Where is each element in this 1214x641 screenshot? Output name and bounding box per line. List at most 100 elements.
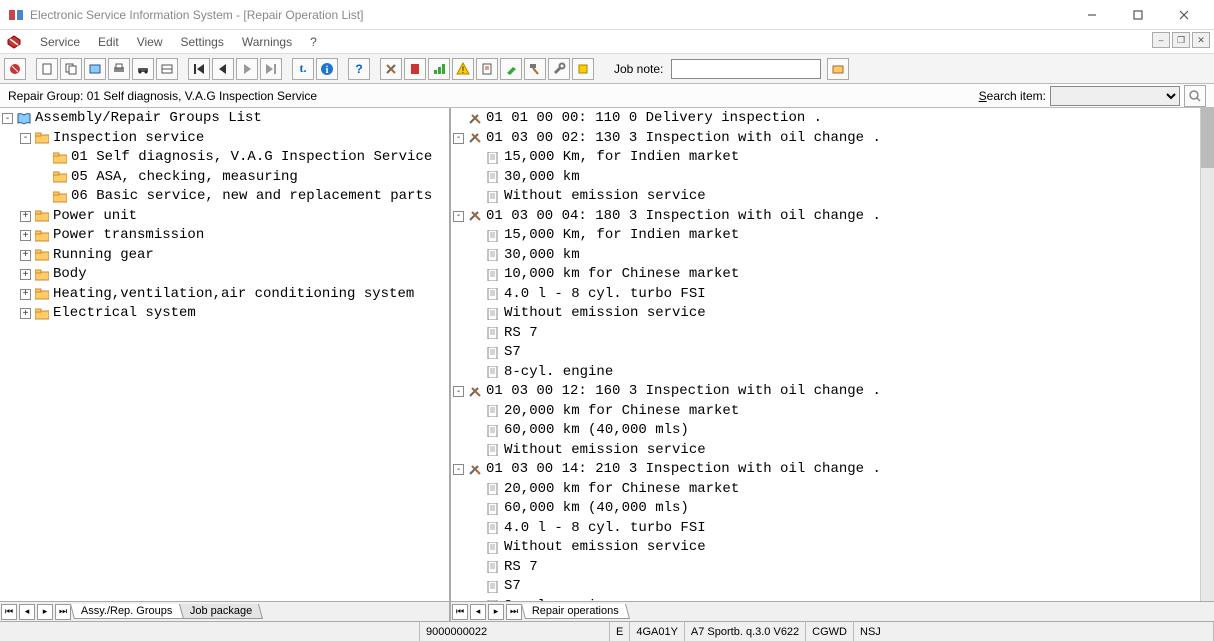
tree-node[interactable]: 30,000 km xyxy=(453,246,1198,266)
expand-icon[interactable]: + xyxy=(20,269,31,280)
menu-warnings[interactable]: Warnings xyxy=(234,33,300,51)
tree-node[interactable]: S7 xyxy=(453,577,1198,597)
tree-node[interactable]: 20,000 km for Chinese market xyxy=(453,480,1198,500)
tree-node[interactable]: 15,000 Km, for Indien market xyxy=(453,148,1198,168)
left-tab-nav-last[interactable]: ⏭ xyxy=(55,604,71,620)
tool-chip-icon[interactable] xyxy=(572,58,594,80)
tool-info-icon[interactable]: i xyxy=(316,58,338,80)
tool-chart-icon[interactable] xyxy=(428,58,450,80)
tool-copy-icon[interactable] xyxy=(60,58,82,80)
tree-node[interactable]: -01 03 00 02: 130 3 Inspection with oil … xyxy=(453,129,1198,149)
tool-interval-icon[interactable] xyxy=(156,58,178,80)
search-button[interactable] xyxy=(1184,85,1206,107)
jobnote-browse-icon[interactable] xyxy=(827,58,849,80)
tree-node[interactable]: -Assembly/Repair Groups List xyxy=(2,109,447,129)
tool-hammer-icon[interactable] xyxy=(524,58,546,80)
tree-node[interactable]: -Inspection service xyxy=(2,129,447,149)
expand-icon[interactable]: + xyxy=(20,211,31,222)
tree-node[interactable]: +Electrical system xyxy=(2,304,447,324)
tree-node[interactable]: 60,000 km (40,000 mls) xyxy=(453,421,1198,441)
right-tab-nav-next[interactable]: ▸ xyxy=(488,604,504,620)
tree-node[interactable]: 8-cyl. engine xyxy=(453,597,1198,602)
minimize-button[interactable] xyxy=(1070,1,1114,29)
collapse-icon[interactable]: - xyxy=(453,386,464,397)
tree-node[interactable]: 20,000 km for Chinese market xyxy=(453,402,1198,422)
expand-icon[interactable]: + xyxy=(20,230,31,241)
tool-wrench-green-icon[interactable] xyxy=(500,58,522,80)
nav-last-icon[interactable] xyxy=(260,58,282,80)
collapse-icon[interactable]: - xyxy=(453,464,464,475)
menu-edit[interactable]: Edit xyxy=(90,33,127,51)
close-button[interactable] xyxy=(1162,1,1206,29)
mdi-minimize-button[interactable]: – xyxy=(1152,32,1170,48)
collapse-icon[interactable]: - xyxy=(453,211,464,222)
tool-book-icon[interactable] xyxy=(84,58,106,80)
nav-first-icon[interactable] xyxy=(188,58,210,80)
tool-stop-icon[interactable] xyxy=(4,58,26,80)
tab-assy-rep-groups[interactable]: Assy./Rep. Groups xyxy=(70,604,184,619)
expand-icon[interactable]: + xyxy=(20,308,31,319)
tree-node[interactable]: S7 xyxy=(453,343,1198,363)
right-tab-nav-prev[interactable]: ◂ xyxy=(470,604,486,620)
mdi-close-button[interactable]: ✕ xyxy=(1192,32,1210,48)
collapse-icon[interactable]: - xyxy=(20,133,31,144)
tool-warning-icon[interactable]: ! xyxy=(452,58,474,80)
assembly-repair-groups-tree[interactable]: -Assembly/Repair Groups List-Inspection … xyxy=(0,108,449,325)
tool-car-icon[interactable] xyxy=(132,58,154,80)
tree-node[interactable]: 4.0 l - 8 cyl. turbo FSI xyxy=(453,285,1198,305)
tool-t-icon[interactable]: t. xyxy=(292,58,314,80)
tree-node[interactable]: 4.0 l - 8 cyl. turbo FSI xyxy=(453,519,1198,539)
tree-node[interactable]: -01 03 00 04: 180 3 Inspection with oil … xyxy=(453,207,1198,227)
menu-view[interactable]: View xyxy=(129,33,171,51)
tool-tools-icon[interactable] xyxy=(380,58,402,80)
tree-node[interactable]: +Running gear xyxy=(2,246,447,266)
expand-icon[interactable]: + xyxy=(20,250,31,261)
tool-page-icon[interactable] xyxy=(476,58,498,80)
left-tab-nav-first[interactable]: ⏮ xyxy=(1,604,17,620)
collapse-icon[interactable]: - xyxy=(2,113,13,124)
repair-operations-tree[interactable]: 01 01 00 00: 110 0 Delivery inspection .… xyxy=(451,108,1214,601)
tree-node[interactable]: +Power transmission xyxy=(2,226,447,246)
nav-next-icon[interactable] xyxy=(236,58,258,80)
tree-node[interactable]: 60,000 km (40,000 mls) xyxy=(453,499,1198,519)
tab-repair-operations[interactable]: Repair operations xyxy=(521,604,630,619)
search-input[interactable] xyxy=(1050,86,1180,106)
collapse-icon[interactable]: - xyxy=(453,133,464,144)
tree-node[interactable]: 01 01 00 00: 110 0 Delivery inspection . xyxy=(453,109,1198,129)
menu-service[interactable]: Service xyxy=(32,33,88,51)
menu-help[interactable]: ? xyxy=(302,33,325,51)
tree-node[interactable]: 15,000 Km, for Indien market xyxy=(453,226,1198,246)
tree-node[interactable]: -01 03 00 14: 210 3 Inspection with oil … xyxy=(453,460,1198,480)
tree-node[interactable]: Without emission service xyxy=(453,538,1198,558)
tool-print-icon[interactable] xyxy=(108,58,130,80)
tree-node[interactable]: Without emission service xyxy=(453,441,1198,461)
tree-node[interactable]: 06 Basic service, new and replacement pa… xyxy=(2,187,447,207)
tool-help-icon[interactable]: ? xyxy=(348,58,370,80)
right-tab-nav-first[interactable]: ⏮ xyxy=(452,604,468,620)
nav-prev-icon[interactable] xyxy=(212,58,234,80)
menu-settings[interactable]: Settings xyxy=(173,33,232,51)
tool-wrench-icon[interactable] xyxy=(548,58,570,80)
tree-node[interactable]: -01 03 00 12: 160 3 Inspection with oil … xyxy=(453,382,1198,402)
right-tab-nav-last[interactable]: ⏭ xyxy=(506,604,522,620)
tree-node[interactable]: +Body xyxy=(2,265,447,285)
tree-node[interactable]: +Heating,ventilation,air conditioning sy… xyxy=(2,285,447,305)
tree-node[interactable]: Without emission service xyxy=(453,304,1198,324)
right-scrollbar[interactable] xyxy=(1200,108,1214,601)
tree-node[interactable]: 01 Self diagnosis, V.A.G Inspection Serv… xyxy=(2,148,447,168)
system-menu-icon[interactable] xyxy=(6,34,22,50)
tree-node[interactable]: RS 7 xyxy=(453,324,1198,344)
jobnote-input[interactable] xyxy=(671,59,821,79)
mdi-restore-button[interactable]: ❐ xyxy=(1172,32,1190,48)
tree-node[interactable]: RS 7 xyxy=(453,558,1198,578)
tree-node[interactable]: 30,000 km xyxy=(453,168,1198,188)
left-tab-nav-prev[interactable]: ◂ xyxy=(19,604,35,620)
tree-node[interactable]: 10,000 km for Chinese market xyxy=(453,265,1198,285)
tree-node[interactable]: 8-cyl. engine xyxy=(453,363,1198,383)
tree-node[interactable]: Without emission service xyxy=(453,187,1198,207)
maximize-button[interactable] xyxy=(1116,1,1160,29)
expand-icon[interactable]: + xyxy=(20,289,31,300)
left-tab-nav-next[interactable]: ▸ xyxy=(37,604,53,620)
tree-node[interactable]: +Power unit xyxy=(2,207,447,227)
tab-job-package[interactable]: Job package xyxy=(178,604,262,619)
